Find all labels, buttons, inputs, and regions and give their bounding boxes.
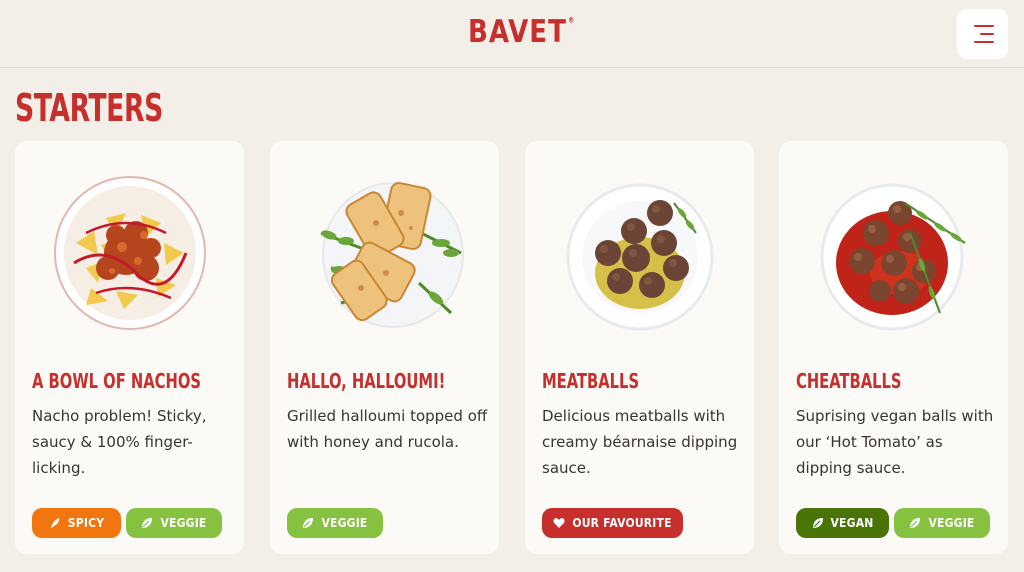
- hamburger-menu-icon: [974, 41, 994, 43]
- hamburger-menu-icon: [980, 33, 994, 35]
- halloumi-dish-image: [320, 182, 464, 328]
- card-title: A BOWL OF NACHOS: [32, 369, 202, 393]
- card-title: CHEATBALLS: [796, 369, 902, 393]
- tag-list: VEGGIE: [287, 508, 383, 538]
- tag-label: OUR FAVOURITE: [572, 516, 672, 530]
- tag-vegan: VEGAN: [796, 508, 889, 538]
- chili-icon: [50, 518, 60, 528]
- menu-card-cheatballs[interactable]: CHEATBALLS Suprising vegan balls with ou…: [779, 141, 1008, 554]
- hamburger-menu-icon: [974, 25, 994, 27]
- card-description: Nacho problem! Sticky, saucy & 100% fing…: [32, 407, 207, 477]
- tag-label: VEGGIE: [321, 516, 368, 530]
- tag-label: VEGGIE: [160, 516, 207, 530]
- registered-mark: ®: [567, 15, 576, 25]
- leaf-icon: [812, 518, 823, 528]
- tag-list: VEGAN VEGGIE: [796, 508, 990, 538]
- card-description: Grilled halloumi topped off with honey a…: [287, 407, 488, 451]
- tag-list: OUR FAVOURITE: [542, 508, 683, 538]
- heart-icon: [553, 518, 565, 528]
- bavet-logo[interactable]: BAVET®: [468, 13, 575, 50]
- tag-veggie: VEGGIE: [287, 508, 383, 538]
- site-header: BAVET®: [0, 0, 1024, 68]
- card-description: Suprising vegan balls with our ‘Hot Toma…: [796, 407, 994, 477]
- tag-our-favourite: OUR FAVOURITE: [542, 508, 683, 538]
- menu-card-halloumi[interactable]: HALLO, HALLOUMI! Grilled halloumi topped…: [270, 141, 499, 554]
- logo-text: BAVET: [468, 12, 567, 50]
- card-title: HALLO, HALLOUMI!: [287, 369, 446, 393]
- card-description: Delicious meatballs with creamy béarnais…: [542, 407, 738, 477]
- tag-list: SPICY VEGGIE: [32, 508, 222, 538]
- cheatballs-dish-image: [820, 183, 966, 331]
- meatballs-dish-image: [566, 183, 714, 331]
- tag-veggie: VEGGIE: [894, 508, 990, 538]
- card-title: MEATBALLS: [542, 369, 640, 393]
- leaf-icon: [303, 518, 314, 528]
- section-title: STARTERS: [15, 86, 163, 130]
- hamburger-menu-button[interactable]: [957, 9, 1008, 59]
- menu-card-meatballs[interactable]: MEATBALLS Delicious meatballs with cream…: [525, 141, 754, 554]
- tag-label: VEGGIE: [928, 516, 975, 530]
- menu-card-nachos[interactable]: A BOWL OF NACHOS Nacho problem! Sticky, …: [15, 141, 244, 554]
- nachos-dish-image: [54, 176, 206, 330]
- tag-veggie: VEGGIE: [126, 508, 222, 538]
- tag-label: VEGAN: [830, 516, 874, 530]
- tag-label: SPICY: [67, 516, 105, 530]
- leaf-icon: [910, 518, 921, 528]
- tag-spicy: SPICY: [32, 508, 121, 538]
- leaf-icon: [142, 518, 153, 528]
